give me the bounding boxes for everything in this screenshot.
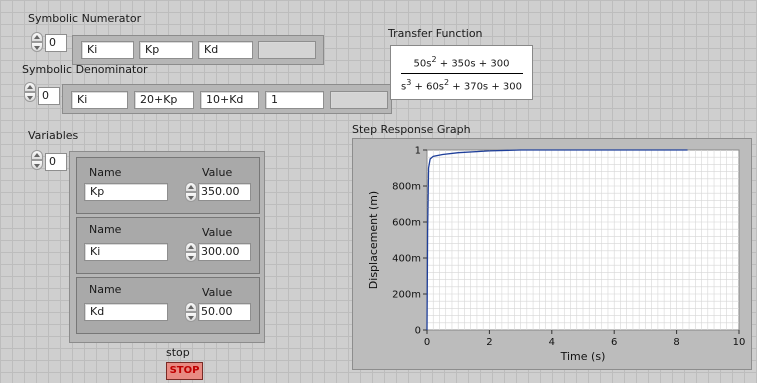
variable-name-field[interactable]: Ki [84, 243, 168, 261]
variable-value-field[interactable]: 350.00 [198, 183, 251, 201]
name-header: Name [89, 283, 122, 296]
variable-cluster: Name Value Kd 50.00 [76, 277, 260, 334]
value-spinner[interactable] [185, 302, 197, 322]
y-tick-label: 400m [392, 254, 421, 265]
numerator-label: Symbolic Numerator [28, 12, 142, 25]
stop-label: stop [166, 346, 190, 359]
x-tick-label: 2 [486, 337, 492, 348]
variables-index-spinner[interactable] [31, 150, 43, 170]
increment-arrow-icon[interactable] [185, 182, 197, 192]
y-tick-label: 1 [415, 146, 421, 157]
y-tick-label: 200m [392, 290, 421, 301]
graph-label: Step Response Graph [352, 123, 471, 136]
denominator-item[interactable]: Ki [71, 91, 128, 109]
x-tick-label: 10 [733, 337, 746, 348]
variable-cluster: Name Value Kp 350.00 [76, 157, 260, 214]
numerator-item[interactable]: Ki [81, 41, 134, 59]
variable-name-field[interactable]: Kd [84, 303, 168, 321]
x-axis-label: Time (s) [560, 350, 606, 363]
denominator-array: Ki 20+Kp 10+Kd 1 [62, 84, 392, 114]
y-tick-label: 600m [392, 218, 421, 229]
variables-index-field[interactable]: 0 [45, 153, 67, 171]
transfer-function-label: Transfer Function [388, 27, 483, 40]
value-header: Value [202, 166, 233, 179]
x-tick-label: 6 [611, 337, 617, 348]
denominator-item[interactable]: 1 [265, 91, 324, 109]
decrement-arrow-icon[interactable] [31, 160, 43, 170]
increment-arrow-icon[interactable] [185, 242, 197, 252]
value-spinner[interactable] [185, 182, 197, 202]
decrement-arrow-icon[interactable] [31, 42, 43, 52]
x-tick-label: 0 [424, 337, 430, 348]
numerator-index-field[interactable]: 0 [45, 34, 67, 52]
numerator-array: Ki Kp Kd [72, 35, 324, 65]
variables-label: Variables [28, 129, 79, 142]
y-tick-label: 800m [392, 182, 421, 193]
name-header: Name [89, 223, 122, 236]
tf-numerator: 50s2 + 350s + 300 [391, 55, 532, 69]
denominator-item[interactable]: 20+Kp [134, 91, 194, 109]
numerator-item[interactable]: Kp [139, 41, 193, 59]
tf-denominator: s3 + 60s2 + 370s + 300 [391, 78, 532, 92]
decrement-arrow-icon[interactable] [185, 312, 197, 322]
y-tick-label: 0 [415, 326, 421, 337]
tf-fraction-bar [401, 73, 523, 74]
denominator-item[interactable] [330, 91, 388, 109]
y-axis-label: Displacement (m) [367, 191, 380, 289]
increment-arrow-icon[interactable] [31, 32, 43, 42]
denominator-index-spinner[interactable] [24, 82, 36, 102]
tf-num-term: 50s [413, 58, 432, 70]
denominator-index-field[interactable]: 0 [38, 87, 60, 105]
tf-den-term2: + 60s [411, 81, 445, 93]
numerator-item[interactable] [258, 41, 316, 59]
value-header: Value [202, 286, 233, 299]
numerator-index-spinner[interactable] [31, 32, 43, 52]
numerator-item[interactable]: Kd [198, 41, 253, 59]
variable-value-field[interactable]: 300.00 [198, 243, 251, 261]
variables-array: Name Value Kp 350.00 Name Value Ki 300.0… [69, 151, 265, 343]
increment-arrow-icon[interactable] [24, 82, 36, 92]
increment-arrow-icon[interactable] [31, 150, 43, 160]
decrement-arrow-icon[interactable] [185, 252, 197, 262]
name-header: Name [89, 166, 122, 179]
decrement-arrow-icon[interactable] [24, 92, 36, 102]
x-tick-label: 4 [549, 337, 555, 348]
variable-value-field[interactable]: 50.00 [198, 303, 251, 321]
decrement-arrow-icon[interactable] [185, 192, 197, 202]
denominator-label: Symbolic Denominator [22, 63, 148, 76]
variable-name-field[interactable]: Kp [84, 183, 168, 201]
step-response-graph[interactable]: 0 2 4 6 8 10 0 200m 400m 600m 800m 1 Time (s) Displ… [352, 138, 752, 370]
value-header: Value [202, 226, 233, 239]
increment-arrow-icon[interactable] [185, 302, 197, 312]
denominator-item[interactable]: 10+Kd [200, 91, 259, 109]
tf-num-rest: + 350s + 300 [436, 58, 510, 70]
x-tick-label: 8 [673, 337, 679, 348]
transfer-function-display: 50s2 + 350s + 300 s3 + 60s2 + 370s + 300 [390, 45, 533, 100]
chart-svg: 0 2 4 6 8 10 0 200m 400m 600m 800m 1 Time (s) Displ… [367, 146, 746, 364]
value-spinner[interactable] [185, 242, 197, 262]
variable-cluster: Name Value Ki 300.00 [76, 217, 260, 274]
stop-button[interactable]: STOP [166, 362, 203, 380]
tf-den-rest: + 370s + 300 [449, 81, 522, 93]
